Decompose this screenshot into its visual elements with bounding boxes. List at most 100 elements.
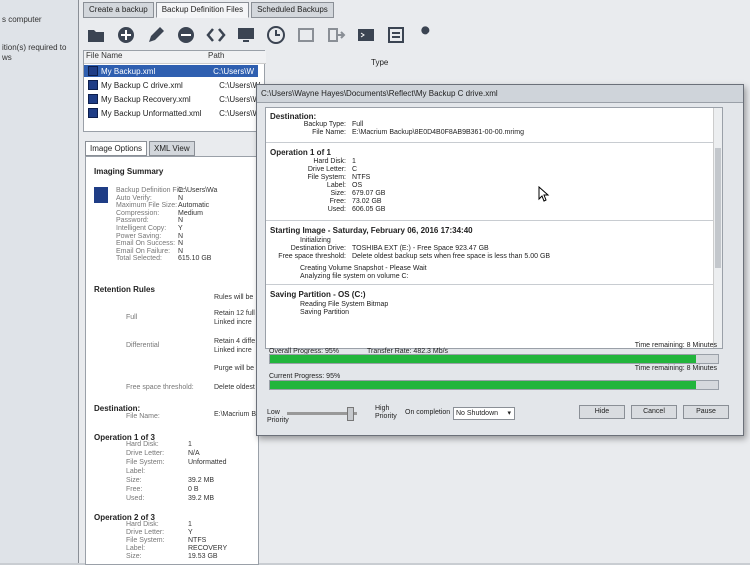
kv-row: Total Selected: 615.10 GB bbox=[116, 255, 212, 263]
saving-partition-text: Saving Partition bbox=[300, 309, 350, 316]
image-options-panel: Imaging Summary Backup Definition File:C… bbox=[85, 156, 259, 565]
full-retain: Retain 12 full bbox=[214, 310, 255, 317]
column-header-type[interactable]: Type bbox=[371, 58, 388, 67]
free-space-threshold-value: Delete oldest bbox=[214, 384, 255, 391]
divider bbox=[266, 220, 722, 221]
full-linked: Linked incre bbox=[214, 319, 252, 326]
xml-code-icon[interactable] bbox=[205, 24, 227, 46]
file-name-label: File Name: bbox=[126, 413, 160, 420]
tab-scheduled-backups[interactable]: Scheduled Backups bbox=[251, 2, 334, 18]
current-time-remaining: Time remaining: 8 Minutes bbox=[634, 365, 717, 372]
column-header-path[interactable]: Path bbox=[206, 51, 266, 64]
add-icon[interactable] bbox=[115, 24, 137, 46]
pause-button[interactable]: Pause bbox=[683, 405, 729, 419]
divider bbox=[266, 284, 722, 285]
file-row[interactable]: My Backup C drive.xml C:\Users\W bbox=[88, 79, 260, 91]
left-sidebar-strip: s computer ition(s) required to ws bbox=[0, 0, 80, 563]
schedule-clock-icon[interactable] bbox=[265, 24, 287, 46]
xml-file-icon bbox=[88, 94, 98, 104]
kv-row: Free: 0 B bbox=[126, 486, 199, 493]
wrench-settings-icon[interactable] bbox=[415, 24, 437, 46]
kv-row: Password: N bbox=[116, 217, 184, 225]
dialog-title: C:\Users\Wayne Hayes\Documents\Reflect\M… bbox=[257, 85, 743, 103]
destination-heading: Destination: bbox=[94, 404, 141, 413]
delete-icon[interactable] bbox=[175, 24, 197, 46]
operation-detail-row: Label: OS bbox=[326, 182, 363, 189]
hide-button[interactable]: Hide bbox=[579, 405, 625, 419]
kv-row: Backup Definition File:C:\Users\Wa bbox=[116, 187, 218, 194]
operation-heading: Operation 1 of 1 bbox=[270, 148, 331, 157]
script-icon[interactable] bbox=[295, 24, 317, 46]
edit-pencil-icon[interactable] bbox=[145, 24, 167, 46]
list-view-icon[interactable] bbox=[385, 24, 407, 46]
file-name-value: E:\Macrium B bbox=[214, 411, 257, 418]
destination-heading: Destination: bbox=[270, 112, 317, 121]
priority-slider-thumb[interactable] bbox=[347, 407, 354, 421]
chevron-down-icon: ▾ bbox=[507, 410, 511, 417]
file-name-row: File Name: E:\Macrium Backup\8E0D4B0F8AB9… bbox=[312, 129, 524, 136]
full-label: Full bbox=[126, 314, 138, 321]
mouse-cursor-icon bbox=[538, 186, 550, 202]
destination-drive-row: Destination Drive: TOSHIBA EXT (E:) - Fre… bbox=[290, 245, 489, 252]
log-scrollbar[interactable] bbox=[713, 108, 722, 348]
kv-row: Drive Letter: Y bbox=[126, 529, 193, 536]
operation-detail-row: Drive Letter: C bbox=[307, 166, 358, 173]
kv-row: Email On Success: N bbox=[116, 240, 184, 248]
tab-create-backup[interactable]: Create a backup bbox=[83, 2, 154, 18]
folder-icon[interactable] bbox=[85, 24, 107, 46]
file-row[interactable]: My Backup Unformatted.xml C:\Users\W bbox=[88, 107, 260, 119]
tab-image-options[interactable]: Image Options bbox=[85, 141, 148, 156]
purge-text: Purge will be bbox=[214, 365, 255, 372]
analyzing-text: Analyzing file system on volume C: bbox=[300, 273, 409, 280]
kv-row: Used: 39.2 MB bbox=[126, 495, 215, 502]
overall-time-remaining: Time remaining: 8 Minutes bbox=[634, 342, 717, 349]
overall-progress-bar bbox=[269, 354, 719, 364]
kv-row: Drive Letter: N/A bbox=[126, 450, 200, 457]
toolbar bbox=[83, 20, 745, 50]
kv-row: Label: RECOVERY bbox=[126, 545, 228, 552]
definition-file-list: File Name Path My Backup.xml C:\Users\W M… bbox=[83, 50, 266, 132]
macrium-logo-icon bbox=[94, 187, 108, 203]
operation-detail-row: Used: 606.05 GB bbox=[327, 206, 386, 213]
imaging-summary-heading: Imaging Summary bbox=[94, 167, 164, 176]
xml-file-icon bbox=[88, 108, 98, 118]
backup-type-row: Backup Type: Full bbox=[303, 121, 364, 128]
export-icon[interactable] bbox=[325, 24, 347, 46]
main-tab-bar: Create a backup Backup Definition Files … bbox=[83, 2, 334, 18]
free-space-threshold-label: Free space threshold: bbox=[126, 384, 194, 391]
free-space-threshold-row: Free space threshold: Delete oldest backu… bbox=[278, 253, 551, 260]
column-header-file-name[interactable]: File Name bbox=[84, 51, 206, 64]
reading-bitmap-text: Reading File System Bitmap bbox=[300, 301, 389, 308]
tab-xml-view[interactable]: XML View bbox=[149, 141, 195, 156]
cancel-button[interactable]: Cancel bbox=[631, 405, 677, 419]
kv-row: Email On Failure: N bbox=[116, 247, 184, 255]
operation-detail-row: Hard Disk: 1 bbox=[313, 158, 356, 165]
command-prompt-icon[interactable] bbox=[355, 24, 377, 46]
run-backup-icon[interactable] bbox=[235, 24, 257, 46]
operation-detail-row: Size: 679.07 GB bbox=[330, 190, 386, 197]
current-progress-label: Current Progress: 95% bbox=[269, 373, 341, 380]
overall-progress-fill bbox=[270, 355, 696, 363]
kv-row: Size: 19.53 GB bbox=[126, 553, 218, 560]
kv-row: Compression: Medium bbox=[116, 209, 203, 217]
diff-linked: Linked incre bbox=[214, 347, 252, 354]
xml-file-icon bbox=[88, 80, 98, 90]
kv-row: Hard Disk: 1 bbox=[126, 441, 192, 448]
saving-partition-heading: Saving Partition - OS (C:) bbox=[270, 290, 366, 299]
kv-row: Maximum File Size:Automatic bbox=[116, 202, 210, 210]
high-priority-label: High Priority bbox=[375, 405, 397, 420]
kv-row: File System: NTFS bbox=[126, 537, 207, 544]
tab-backup-definition-files[interactable]: Backup Definition Files bbox=[155, 2, 250, 18]
left-strip-line-1: s computer bbox=[2, 15, 42, 24]
on-completion-select[interactable]: No Shutdown ▾ bbox=[453, 407, 515, 420]
detail-tabs: Image Options XML View bbox=[85, 141, 195, 156]
file-row[interactable]: My Backup.xml C:\Users\W bbox=[84, 65, 258, 77]
scrollbar-thumb[interactable] bbox=[715, 148, 721, 268]
backup-log: Destination: Backup Type: Full File Name:… bbox=[265, 107, 723, 349]
initializing-text: Initializing bbox=[300, 237, 331, 244]
file-row[interactable]: My Backup Recovery.xml C:\Users\W bbox=[88, 93, 260, 105]
left-strip-line-2: ition(s) required to bbox=[2, 43, 67, 52]
kv-row: Intelligent Copy: Y bbox=[116, 225, 183, 232]
kv-row: Hard Disk: 1 bbox=[126, 521, 192, 528]
current-progress-bar bbox=[269, 380, 719, 390]
